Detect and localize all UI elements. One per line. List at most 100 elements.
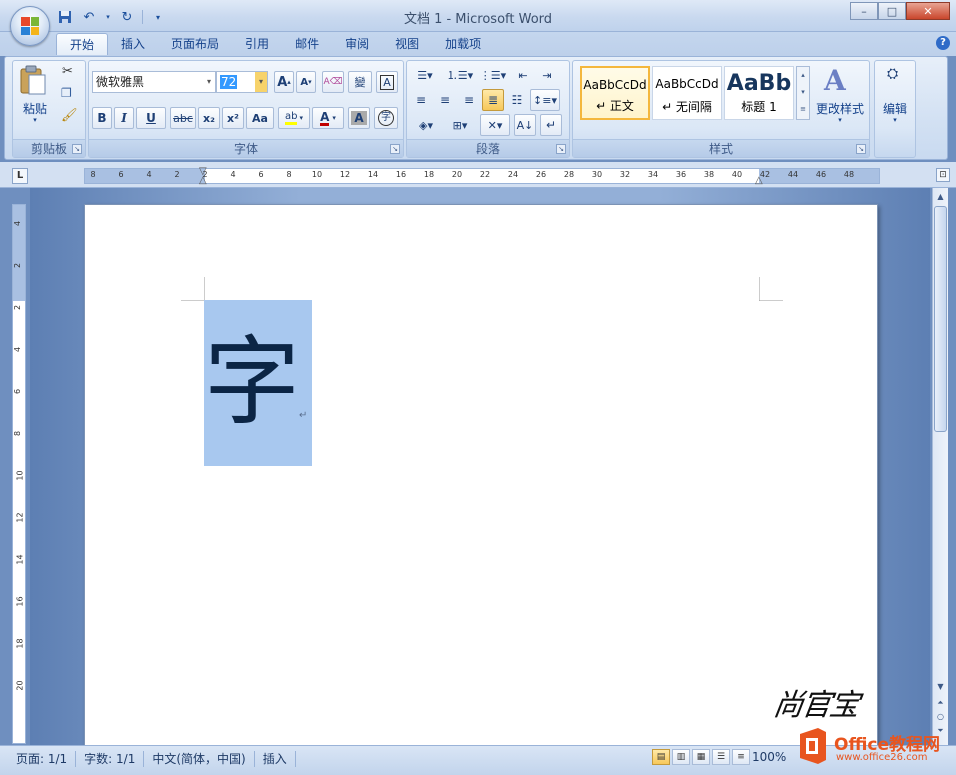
style-tile-normal[interactable]: AaBbCcDd ↵ 正文 <box>580 66 650 120</box>
tab-references[interactable]: 引用 <box>232 33 282 55</box>
bullets-button[interactable]: ☰▾ <box>410 64 440 86</box>
status-language[interactable]: 中文(简体，中国) <box>144 751 255 767</box>
grow-font-button[interactable]: A ▴ <box>274 71 294 93</box>
justify-button[interactable]: ≣ <box>482 89 504 111</box>
font-size-dropdown-icon[interactable]: ▾ <box>255 72 267 92</box>
ruler-tick-label: 8 <box>90 170 96 179</box>
align-center-button[interactable]: ≡ <box>434 89 456 111</box>
vertical-ruler-tick-label: 10 <box>15 470 25 481</box>
shading-icon: ◈▾ <box>419 118 433 132</box>
tab-selector[interactable]: L <box>12 168 28 184</box>
status-word-count[interactable]: 字数: 1/1 <box>76 751 145 767</box>
status-insert-mode[interactable]: 插入 <box>255 751 296 767</box>
gallery-more-icon[interactable]: ≡ <box>797 101 809 118</box>
previous-page-icon[interactable]: ⏶ <box>934 696 947 710</box>
tab-mailings[interactable]: 邮件 <box>282 33 332 55</box>
style-tile-heading1[interactable]: AaBb 标题 1 <box>724 66 794 120</box>
tab-view[interactable]: 视图 <box>382 33 432 55</box>
chinese-layout-button[interactable]: ✕▾ <box>480 114 510 136</box>
tab-page-layout[interactable]: 页面布局 <box>158 33 232 55</box>
paragraph-launcher-icon[interactable]: ↘ <box>556 144 566 154</box>
scroll-up-icon[interactable]: ▲ <box>934 190 947 204</box>
status-page[interactable]: 页面: 1/1 <box>8 751 77 767</box>
minimize-button[interactable]: – <box>850 2 878 20</box>
italic-button[interactable]: I <box>114 107 134 129</box>
document-text[interactable]: 字 <box>204 322 300 442</box>
font-color-button[interactable]: A ▾ <box>312 107 344 129</box>
show-marks-button[interactable]: ↵ <box>540 114 562 136</box>
vertical-ruler[interactable]: 4 2 2 4 6 8 10 12 14 16 18 20 <box>12 204 26 744</box>
font-launcher-icon[interactable]: ↘ <box>390 144 400 154</box>
tab-home[interactable]: 开始 <box>56 33 109 55</box>
format-painter-icon[interactable]: 🖌 <box>61 108 78 123</box>
multilevel-list-button[interactable]: ⋮☰▾ <box>478 64 508 86</box>
help-icon[interactable]: ? <box>936 36 950 50</box>
editing-button[interactable]: ⛭ 编辑 ▾ <box>876 64 914 134</box>
scrollbar-thumb[interactable] <box>934 206 947 432</box>
outline-view-icon[interactable]: ☰ <box>712 749 730 765</box>
clear-formatting-button[interactable]: A⌫ <box>322 71 344 93</box>
copy-icon[interactable]: ❐ <box>61 86 72 100</box>
enclose-characters-icon: 字 <box>378 110 394 126</box>
font-size-combo[interactable]: 72 ▾ <box>216 71 268 93</box>
cut-icon[interactable]: ✂ <box>62 64 73 79</box>
style-tile-no-spacing[interactable]: AaBbCcDd ↵ 无间隔 <box>652 66 722 120</box>
character-border-button[interactable]: A <box>376 71 398 93</box>
draft-view-icon[interactable]: ≡ <box>732 749 750 765</box>
change-styles-button[interactable]: A 更改样式 ▾ <box>814 64 866 136</box>
borders-button[interactable]: ⊞▾ <box>444 114 476 136</box>
zoom-level[interactable]: 100% <box>752 749 786 765</box>
clipboard-launcher-icon[interactable]: ↘ <box>72 144 82 154</box>
enclose-characters-button[interactable]: 字 <box>374 107 398 129</box>
highlight-button[interactable]: ab ▾ <box>278 107 310 129</box>
font-name-combo[interactable]: 微软雅黑 ▾ <box>92 71 216 93</box>
maximize-button[interactable]: □ <box>878 2 906 20</box>
vertical-scrollbar[interactable]: ▲ ▼ ⏶ ○ ⏷ <box>932 188 948 745</box>
subscript-button[interactable]: x₂ <box>198 107 220 129</box>
shrink-font-button[interactable]: A ▾ <box>296 71 316 93</box>
hanging-indent-icon[interactable]: △ <box>199 175 207 186</box>
superscript-button[interactable]: x² <box>222 107 244 129</box>
character-shading-button[interactable]: A <box>348 107 370 129</box>
scroll-down-icon[interactable]: ▼ <box>934 680 947 694</box>
right-indent-icon[interactable]: △ <box>755 175 763 186</box>
paste-button[interactable]: 粘贴 ▾ <box>18 64 52 126</box>
close-button[interactable]: ✕ <box>906 2 950 20</box>
office-button[interactable] <box>10 6 50 46</box>
web-layout-icon[interactable]: ▦ <box>692 749 710 765</box>
styles-gallery-scroller[interactable]: ▴ ▾ ≡ <box>796 66 810 120</box>
full-screen-reading-icon[interactable]: ▥ <box>672 749 690 765</box>
numbering-button[interactable]: ⒈☰▾ <box>444 64 476 86</box>
tab-review[interactable]: 审阅 <box>332 33 382 55</box>
bold-button[interactable]: B <box>92 107 112 129</box>
decrease-indent-button[interactable]: ⇤ <box>512 64 534 86</box>
align-left-button[interactable]: ≡ <box>410 89 432 111</box>
horizontal-ruler[interactable]: 8 6 4 2 2 4 6 8 10 12 14 16 18 20 22 24 26 28 30 32 34 36 38 40… <box>84 166 880 186</box>
phonetic-guide-button[interactable]: 變 <box>348 71 372 93</box>
grow-font-label: A <box>277 74 288 90</box>
underline-button[interactable]: U <box>136 107 166 129</box>
shading-button[interactable]: ◈▾ <box>410 114 442 136</box>
distributed-button[interactable]: ☷ <box>506 89 528 111</box>
sort-button[interactable]: A↓ <box>514 114 536 136</box>
line-spacing-button[interactable]: ↕≡▾ <box>530 89 560 111</box>
ruler-tick-label: 12 <box>339 170 351 179</box>
tab-insert[interactable]: 插入 <box>108 33 158 55</box>
paste-dropdown-icon: ▾ <box>33 116 37 124</box>
sort-icon: A↓ <box>516 118 534 132</box>
gallery-down-icon[interactable]: ▾ <box>797 84 809 101</box>
increase-indent-button[interactable]: ⇥ <box>536 64 558 86</box>
align-right-button[interactable]: ≡ <box>458 89 480 111</box>
ruler-tick-label: 16 <box>395 170 407 179</box>
view-ruler-icon[interactable]: ⊡ <box>936 168 950 182</box>
tab-addins[interactable]: 加载项 <box>432 33 494 55</box>
change-case-button[interactable]: Aa <box>246 107 274 129</box>
styles-launcher-icon[interactable]: ↘ <box>856 144 866 154</box>
document-page[interactable] <box>84 204 878 764</box>
gallery-up-icon[interactable]: ▴ <box>797 67 809 84</box>
chinese-layout-icon: ✕▾ <box>487 118 503 132</box>
strikethrough-button[interactable]: abc <box>170 107 196 129</box>
print-layout-icon[interactable]: ▤ <box>652 749 670 765</box>
ruler-tick-label: 46 <box>815 170 827 179</box>
font-name-dropdown-icon[interactable]: ▾ <box>203 72 215 92</box>
